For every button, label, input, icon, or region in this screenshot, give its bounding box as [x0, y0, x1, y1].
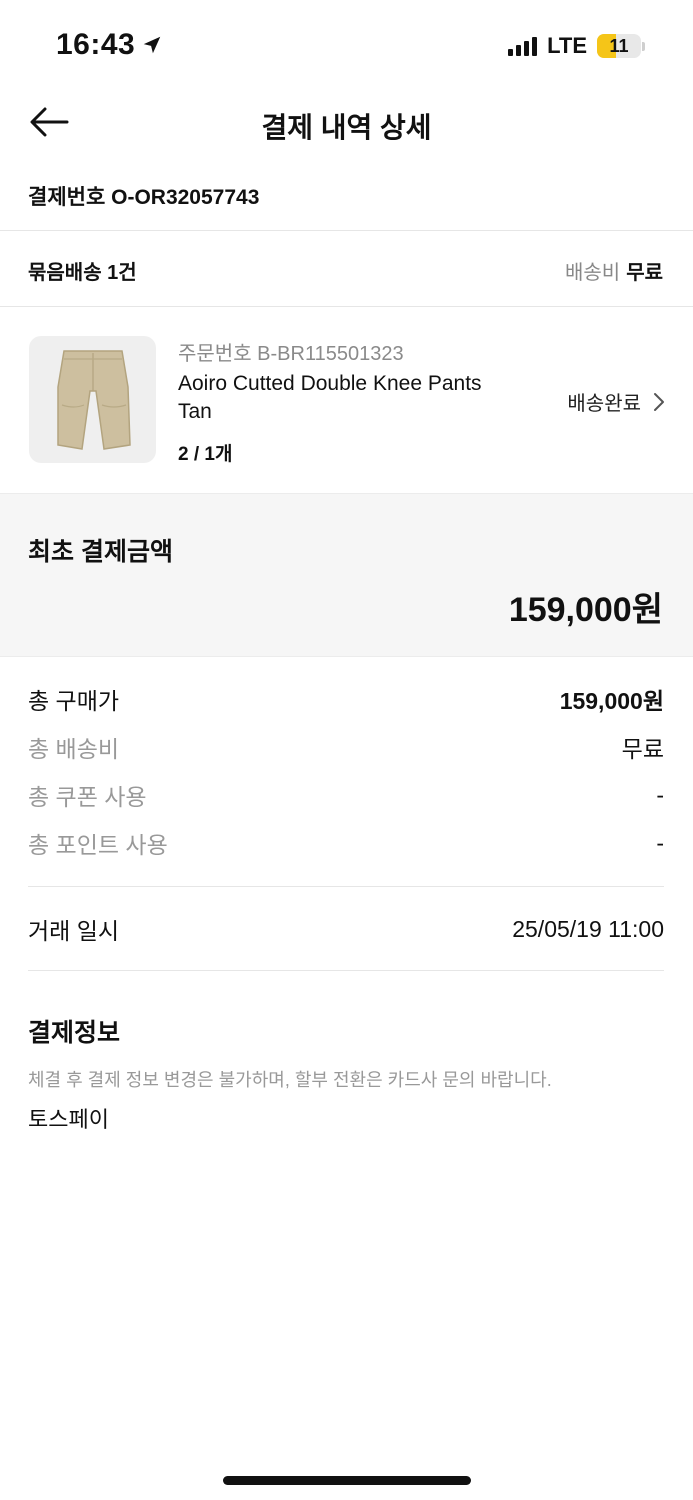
transaction-date-row: 거래 일시 25/05/19 11:00: [28, 912, 664, 946]
status-bar: 16:43 LTE 11: [0, 0, 693, 90]
summary-value: 159,000원: [559, 688, 664, 714]
signal-icon: [508, 36, 538, 56]
summary-key: 총 쿠폰 사용: [28, 784, 147, 810]
summary-value: -: [656, 829, 664, 856]
shipping-fee-label: 배송비: [564, 262, 621, 284]
delivery-status-label: 배송완료: [567, 393, 641, 415]
summary-value: -: [656, 781, 664, 808]
battery-level: 11: [609, 35, 629, 56]
summary-value: 무료: [621, 736, 664, 762]
pants-icon: [56, 349, 131, 450]
home-indicator[interactable]: [223, 1476, 471, 1485]
status-time: 16:43: [56, 28, 163, 62]
delivery-status[interactable]: 배송완료: [567, 387, 665, 416]
product-name: Aoiro Cutted Double Knee Pants Tan: [178, 372, 482, 423]
product-order-number: 주문번호 B-BR115501323: [178, 343, 404, 365]
product-quantity: 2 / 1개: [178, 444, 233, 465]
shipping-fee: 배송비 무료: [565, 256, 663, 285]
payment-number: 결제번호 O-OR32057743: [28, 186, 260, 209]
initial-payment-amount: 159,000원: [508, 591, 663, 629]
location-arrow-icon: [143, 36, 161, 54]
summary-key: 총 포인트 사용: [28, 832, 168, 858]
summary-row-shipping: 총 배송비 무료: [28, 730, 664, 764]
page-title: 결제 내역 상세: [261, 112, 432, 143]
transaction-date-label: 거래 일시: [28, 918, 120, 944]
product-item[interactable]: 주문번호 B-BR115501323 Aoiro Cutted Double K…: [0, 307, 693, 493]
shipping-fee-value: 무료: [626, 262, 663, 284]
initial-payment-label: 최초 결제금액: [28, 538, 173, 566]
summary-key: 총 배송비: [28, 736, 120, 762]
chevron-right-icon: [654, 392, 664, 411]
battery-icon: 11: [597, 34, 645, 58]
summary-row-total-price: 총 구매가 159,000원: [28, 682, 664, 716]
bundle-shipping-row: 묶음배송 1건 배송비 무료: [0, 231, 693, 307]
payment-info-notice: 체결 후 결제 정보 변경은 불가하며, 할부 전환은 카드사 문의 바랍니다.: [28, 1070, 552, 1090]
divider: [28, 886, 664, 887]
summary-row-coupon: 총 쿠폰 사용 -: [28, 778, 664, 812]
product-thumbnail: [29, 336, 156, 463]
payment-method: 토스페이: [28, 1107, 109, 1132]
clock-text: 16:43: [56, 28, 136, 61]
bundle-label: 묶음배송 1건: [28, 262, 137, 284]
initial-payment-box: 최초 결제금액 159,000원: [0, 493, 693, 657]
network-type: LTE: [547, 33, 587, 58]
summary-key: 총 구매가: [28, 688, 120, 714]
app-header: 결제 내역 상세: [0, 90, 693, 156]
transaction-date-value: 25/05/19 11:00: [512, 915, 664, 942]
status-indicators: LTE 11: [508, 33, 645, 59]
summary-row-points: 총 포인트 사용 -: [28, 826, 664, 860]
divider: [28, 970, 664, 971]
payment-info-title: 결제정보: [28, 1019, 121, 1047]
